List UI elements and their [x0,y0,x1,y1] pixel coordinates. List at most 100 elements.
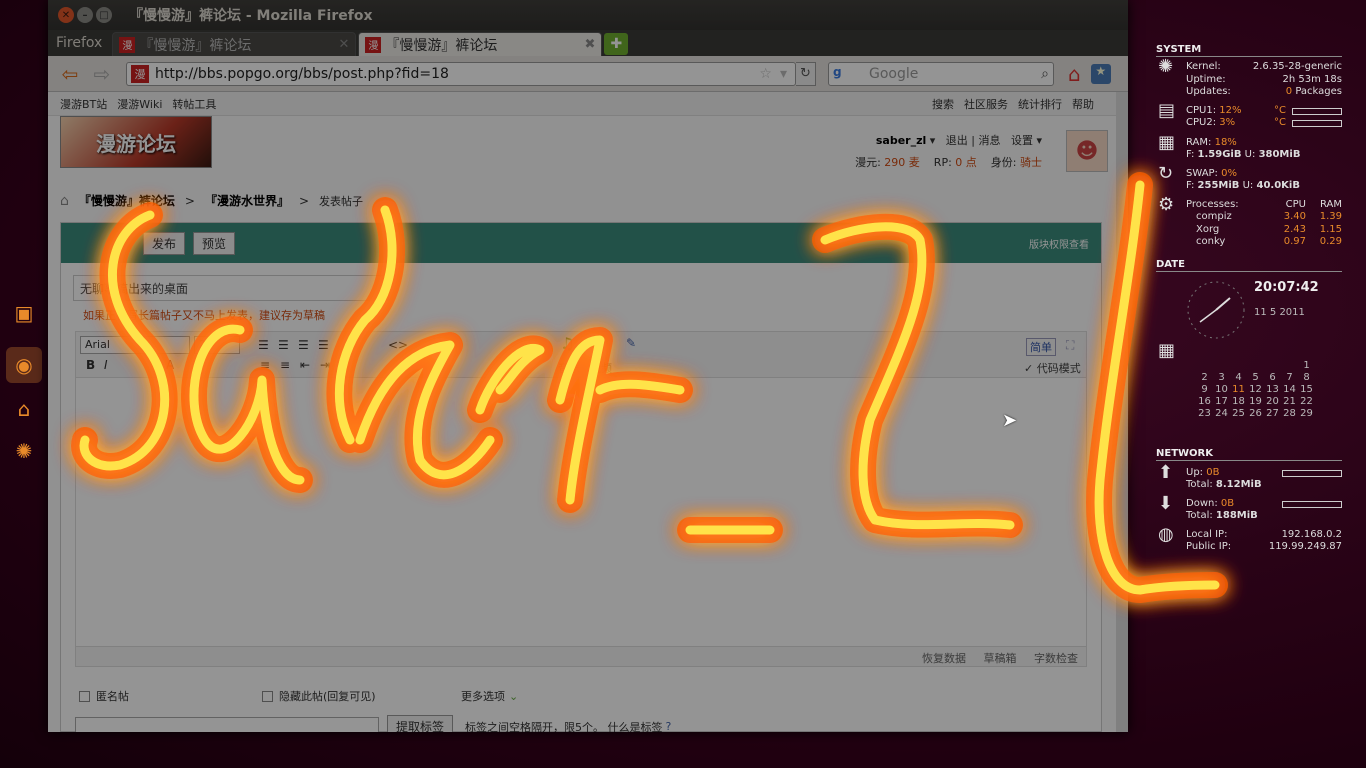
nav-link-help[interactable]: 帮助 [1072,96,1094,112]
preview-button[interactable]: 预览 [193,231,236,255]
italic-icon[interactable]: I [104,358,108,372]
calendar-day [1230,360,1247,372]
username-link[interactable]: saber_zl [876,134,926,147]
calendar-day: 12 [1249,383,1262,395]
ram-column-header: RAM [1319,198,1342,210]
page-scrollbar[interactable] [1116,92,1128,732]
download-bar [1282,500,1342,508]
post-options: 匿名帖 隐藏此帖(回复可见) 更多选项 ⌄ [61,681,1101,711]
post-body-editor[interactable] [75,377,1087,647]
extract-tags-button[interactable]: 提取标签 [387,715,454,732]
font-family-select[interactable]: Arial [80,336,190,354]
process-cpu: 3.40 [1283,211,1306,222]
calendar-day: 29 [1300,407,1313,419]
code-mode-toggle[interactable]: ✓ 代码模式 [1024,360,1081,376]
upload-arrow-icon: ⬆ [1158,461,1174,483]
analog-clock-icon [1187,281,1245,338]
down-total: 188MiB [1215,510,1258,521]
calendar-day: 27 [1266,407,1279,419]
down-value: 0B [1220,497,1235,509]
nav-link-stats[interactable]: 统计排行 [1018,96,1062,112]
nav-link-tools[interactable]: 转帖工具 [172,96,216,112]
simple-mode-button[interactable]: 简单 [1026,338,1056,356]
local-ip: 192.168.0.2 [1281,528,1342,540]
forum-logo[interactable]: 漫游论坛 [60,116,212,168]
more-options-link[interactable]: 更多选项 [461,688,505,704]
calendar-day: 6 [1269,371,1276,383]
cpu2-label: CPU2: [1186,117,1217,128]
firefox-icon[interactable]: ◉ [6,347,42,383]
breadcrumb-board[interactable]: 『漫游水世界』 [205,192,289,209]
process-row: compiz 3.40 1.39 [1156,211,1342,224]
settings-link[interactable]: 设置 [1011,134,1033,147]
publish-button[interactable]: 发布 [143,231,186,255]
cpu1-bar [1292,107,1342,115]
editor-header: 发布 预览 版块权限查看 [61,223,1101,263]
nav-link-wiki[interactable]: 漫游Wiki [117,96,162,112]
code-icon[interactable]: <> [388,338,408,352]
anonymous-checkbox[interactable] [79,690,90,702]
font-color-icon[interactable]: A [166,358,174,372]
user-tag-icon[interactable]: ✎ [626,336,636,350]
cpu1-value: 12% [1219,104,1242,116]
up-total-label: Total: [1186,479,1213,490]
justify-icon[interactable]: ☰ [318,338,329,352]
nav-link-bt[interactable]: 漫游BT站 [60,96,107,112]
help-icon[interactable]: ? [666,720,672,732]
music-icon[interactable]: ♫ [560,334,574,353]
ram-label: RAM: [1186,136,1212,148]
ubuntu-logo-icon[interactable]: ✺ [6,433,42,469]
uptime-value: 2h 53m 18s [1282,73,1342,85]
font-size-select[interactable]: 2 [194,336,240,354]
calendar-day: 16 [1198,395,1211,407]
align-left-icon[interactable]: ☰ [258,338,269,352]
home-folder-icon[interactable]: ⌂ [6,391,42,427]
restore-data-link[interactable]: 恢复数据 [922,652,966,665]
user-panel: saber_zl ▾ 退出 | 消息 设置 ▾ 漫元: 290 麦 RP: 0 … [855,134,1042,169]
rank-label: 身份: [990,156,1017,169]
swap-used-label: U: [1242,180,1254,191]
fullscreen-icon[interactable]: ⛶ [1066,338,1074,353]
up-total: 8.12MiB [1215,479,1262,490]
chevron-down-icon[interactable]: ⌄ [509,690,518,703]
bold-icon[interactable]: B [86,358,95,372]
breadcrumb-forum[interactable]: 『慢慢游』裤论坛 [79,192,175,209]
date-line: 11 5 2011 [1254,306,1305,318]
process-name: conky [1196,236,1226,247]
ram-used: 380MiB [1258,149,1301,160]
ubuntu-logo-icon: ✺ [1158,56,1174,77]
calendar-day: 2 [1201,371,1208,383]
logout-link[interactable]: 退出 [946,134,968,147]
align-center-icon[interactable]: ☰ [278,338,289,352]
video-icon[interactable]: ▣ [590,334,605,353]
ram-used-label: U: [1244,149,1256,160]
outdent-icon[interactable]: ⇤ [300,358,310,372]
home-breadcrumb-icon[interactable]: ⌂ [60,193,69,209]
local-ip-label: Local IP: [1186,528,1228,540]
workspace-switcher-icon[interactable]: ▣ [6,295,42,331]
draft-tip: 如果正在写长篇帖子又不马上发表，建议存为草稿 [83,309,325,322]
nav-link-search[interactable]: 搜索 [932,96,954,112]
rp-value: 0 点 [955,156,977,169]
bullet-list-icon[interactable]: ≡ [260,358,270,372]
calendar-day: 7 [1286,371,1293,383]
number-list-icon[interactable]: ≡ [280,358,290,372]
music-label: 音乐 [558,362,580,375]
word-count-link[interactable]: 字数检查 [1034,652,1078,665]
subject-input[interactable]: 无聊事搞出来的桌面 [73,275,389,301]
drafts-link[interactable]: 草稿箱 [984,652,1017,665]
nav-link-services[interactable]: 社区服务 [964,96,1008,112]
hide-post-label: 隐藏此帖(回复可见) [279,690,376,703]
launcher: ▣ ◉ ⌂ ✺ [0,295,48,475]
editor-footer: 恢复数据 草稿箱 字数检查 [75,647,1087,667]
hide-post-checkbox[interactable] [262,690,273,702]
board-permissions-link[interactable]: 版块权限查看 [1029,236,1089,251]
process-row: conky 0.97 0.29 [1156,236,1342,249]
messages-link[interactable]: 消息 [978,134,1000,147]
calendar-day [1281,360,1298,372]
tag-input[interactable] [75,716,379,732]
align-right-icon[interactable]: ☰ [298,338,309,352]
indent-icon[interactable]: ⇥ [320,358,330,372]
process-ram: 0.29 [1319,236,1342,247]
avatar[interactable]: ☻ [1066,130,1108,172]
